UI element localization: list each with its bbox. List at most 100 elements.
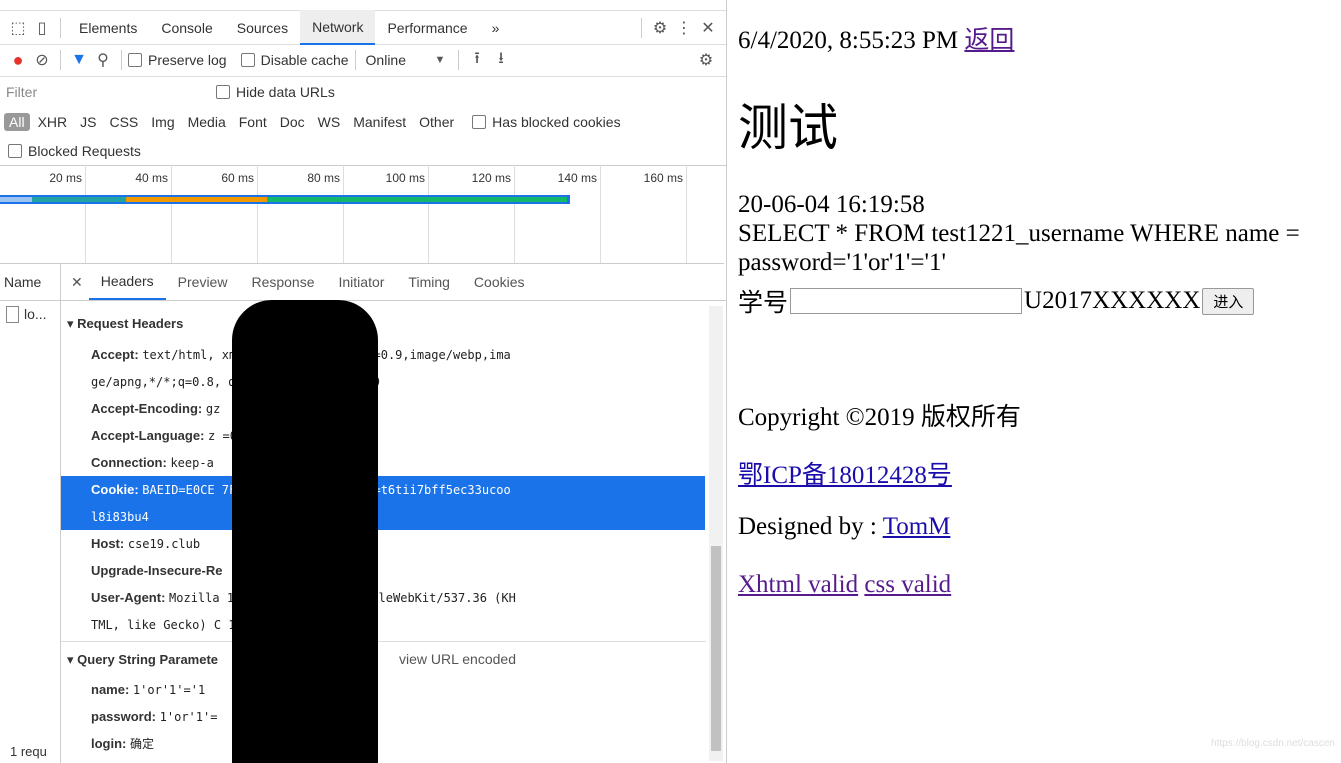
close-detail-icon[interactable]: ✕ — [61, 264, 89, 300]
param-key: name: — [91, 682, 130, 697]
query-string-section[interactable]: ▾ Query String Paramete — [61, 652, 218, 668]
tab-preview[interactable]: Preview — [166, 264, 240, 300]
icp-link[interactable]: 鄂ICP备18012428号 — [738, 455, 952, 491]
type-css[interactable]: CSS — [104, 113, 143, 131]
validation-links: Xhtml valid css valid — [738, 571, 951, 599]
type-img[interactable]: Img — [146, 113, 179, 131]
request-headers-section[interactable]: ▾ Request Headers — [61, 316, 183, 332]
device-toolbar-icon[interactable]: ▯ — [30, 16, 54, 40]
header-host[interactable]: Host: cse19.club — [91, 530, 711, 557]
network-settings-gear-icon[interactable]: ⚙ — [694, 48, 718, 72]
disable-cache-checkbox[interactable] — [240, 53, 255, 67]
tab-network[interactable]: Network — [300, 10, 376, 45]
type-xhr[interactable]: XHR — [33, 113, 73, 131]
back-link[interactable]: 返回 — [964, 27, 1014, 54]
tab-console[interactable]: Console — [149, 11, 224, 44]
header-value: l8i83bu4 — [91, 510, 149, 524]
header-key: Accept-Encoding: — [91, 401, 203, 416]
param-key: password: — [91, 709, 157, 724]
timeline-tick-label: 20 ms — [49, 171, 82, 185]
header-upgrade-insecure[interactable]: Upgrade-Insecure-Re — [91, 557, 711, 584]
tab-initiator[interactable]: Initiator — [327, 264, 397, 300]
xhtml-valid-link[interactable]: Xhtml valid — [738, 571, 858, 598]
param-name[interactable]: name: 1'or'1'='1 — [91, 676, 711, 703]
request-detail-pane: ✕ Headers Preview Response Initiator Tim… — [61, 264, 726, 763]
kebab-menu-icon[interactable]: ⋮ — [672, 16, 696, 40]
more-tabs-button[interactable]: » — [480, 11, 512, 44]
type-all[interactable]: All — [4, 113, 30, 131]
blocked-requests-checkbox[interactable] — [8, 144, 22, 158]
request-row[interactable]: lo... — [0, 300, 60, 327]
tab-elements[interactable]: Elements — [67, 11, 149, 44]
header-accept-language[interactable]: Accept-Language: z =0.8 — [91, 422, 711, 449]
student-id-form: 学号 U2017XXXXXX 进入 — [738, 283, 1255, 319]
type-ws[interactable]: WS — [313, 113, 346, 131]
clear-icon[interactable]: ⊘ — [30, 48, 54, 72]
record-icon[interactable]: ● — [6, 48, 30, 72]
author-link[interactable]: TomM — [883, 513, 951, 540]
timeline-tick-label: 80 ms — [307, 171, 340, 185]
has-blocked-cookies-checkbox[interactable] — [472, 115, 487, 129]
close-icon[interactable]: ✕ — [696, 16, 720, 40]
timing-segment-connect — [32, 197, 126, 202]
timeline-gridline — [257, 165, 258, 263]
search-icon[interactable]: ⚲ — [91, 48, 115, 72]
tab-performance[interactable]: Performance — [375, 11, 479, 44]
tab-cookies[interactable]: Cookies — [462, 264, 537, 300]
param-login[interactable]: login: 确定 — [91, 730, 711, 757]
filter-funnel-icon[interactable]: ▼ — [67, 48, 91, 72]
student-id-suffix: U2017XXXXXX — [1024, 287, 1201, 314]
css-valid-link[interactable]: css valid — [864, 571, 951, 598]
type-font[interactable]: Font — [234, 113, 272, 131]
tab-sources[interactable]: Sources — [225, 11, 300, 44]
throttling-select[interactable]: Online — [366, 52, 406, 68]
student-id-input[interactable] — [790, 288, 1023, 314]
preserve-log-checkbox[interactable] — [128, 53, 142, 67]
enter-button[interactable]: 进入 — [1202, 287, 1255, 315]
header-connection[interactable]: Connection: keep-a — [91, 449, 711, 476]
network-overview-timeline[interactable]: 20 ms 40 ms 60 ms 80 ms 100 ms 120 ms 14… — [0, 165, 724, 264]
header-cookie[interactable]: Cookie: BAEID=E0CE 7F38CC48E5; PHPSESSID… — [61, 476, 705, 503]
blocked-requests-row: Blocked Requests — [0, 137, 726, 166]
hide-data-urls-label: Hide data URLs — [236, 84, 335, 100]
param-password[interactable]: password: 1'or'1'= — [91, 703, 711, 730]
type-media[interactable]: Media — [183, 113, 231, 131]
export-har-icon[interactable]: ⭳ — [489, 48, 513, 72]
chevron-down-icon[interactable]: ▼ — [428, 48, 452, 72]
view-url-encoded-link[interactable]: view URL encoded — [399, 651, 516, 667]
gear-icon[interactable]: ⚙ — [648, 16, 672, 40]
hide-data-urls-checkbox[interactable] — [216, 85, 230, 99]
header-user-agent-cont[interactable]: TML, like Gecko) C 1 Safari/537.36 — [91, 611, 711, 638]
vertical-scrollbar[interactable] — [709, 306, 723, 761]
type-js[interactable]: JS — [75, 113, 101, 131]
timing-segment-ssl — [126, 197, 267, 202]
timeline-gridline — [171, 165, 172, 263]
type-doc[interactable]: Doc — [275, 113, 310, 131]
tab-timing[interactable]: Timing — [396, 264, 462, 300]
log-time: 20-06-04 16:19:58 — [738, 191, 925, 218]
header-user-agent[interactable]: User-Agent: Mozilla 10.0; Win64; x64) Ap… — [91, 584, 711, 611]
type-other[interactable]: Other — [414, 113, 459, 131]
name-column-header[interactable]: Name — [4, 274, 41, 290]
param-value: 1'or'1'='1 — [132, 683, 206, 697]
web-page: 6/4/2020, 8:55:23 PM 返回 测试 20-06-04 16:1… — [738, 0, 1341, 763]
type-manifest[interactable]: Manifest — [348, 113, 411, 131]
header-accept[interactable]: Accept: text/html, xml,application/xml;q… — [91, 341, 711, 368]
divider — [354, 50, 356, 70]
header-accept-encoding[interactable]: Accept-Encoding: gz — [91, 395, 711, 422]
header-accept-cont[interactable]: ge/apng,*/*;q=0.8, d-exchange;v=b3;q=0.9 — [91, 368, 711, 395]
inspect-element-icon[interactable]: ⬚ — [6, 16, 30, 40]
header-cookie-cont[interactable]: l8i83bu4 — [61, 503, 705, 530]
filter-input[interactable]: Filter — [6, 84, 216, 100]
import-har-icon[interactable]: ⭱ — [465, 48, 489, 72]
timeline-tick-label: 120 ms — [471, 171, 511, 185]
scrollbar-thumb[interactable] — [711, 546, 721, 751]
param-value: 确定 — [130, 737, 155, 751]
requests-summary: 1 requ — [10, 744, 47, 759]
tab-headers[interactable]: Headers — [88, 264, 166, 300]
tab-response[interactable]: Response — [239, 264, 326, 300]
header-value: keep-a — [170, 456, 214, 470]
timeline-tick-label: 100 ms — [385, 171, 425, 185]
timing-segment-waiting — [267, 197, 567, 202]
timeline-gridline — [85, 165, 86, 263]
